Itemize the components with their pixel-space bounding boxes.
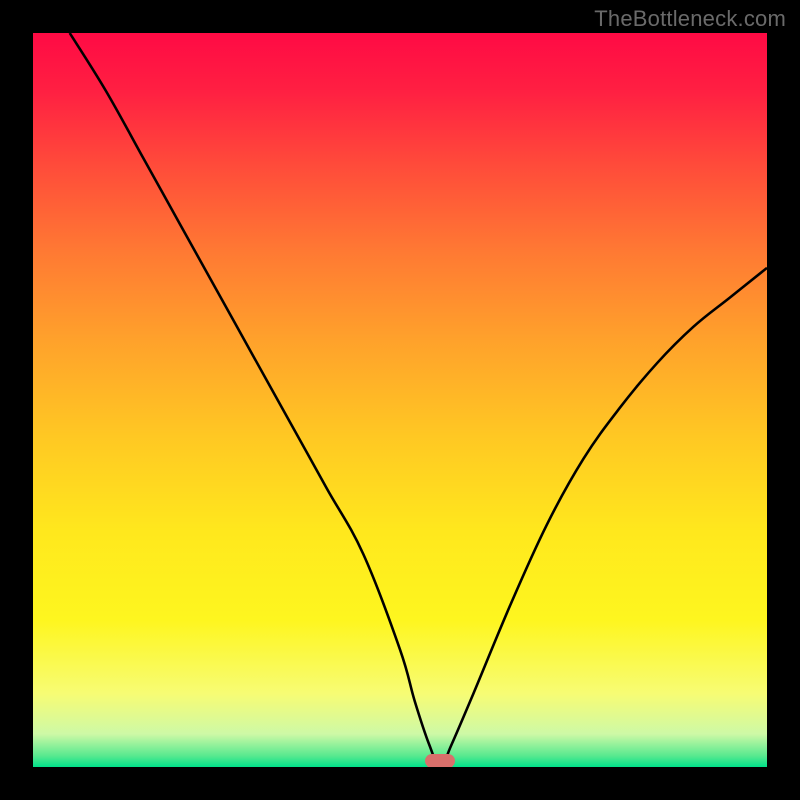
bottleneck-curve [33, 33, 767, 767]
chart-frame: TheBottleneck.com [0, 0, 800, 800]
optimum-marker [425, 754, 455, 767]
plot-area [33, 33, 767, 767]
watermark-text: TheBottleneck.com [594, 6, 786, 32]
curve-path [70, 33, 767, 767]
